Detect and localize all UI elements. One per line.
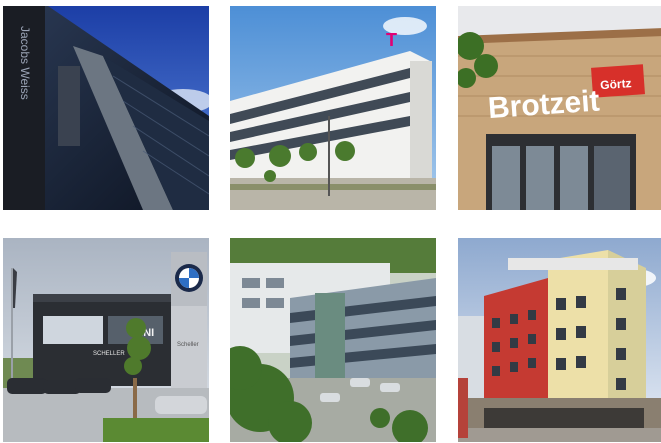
- office-building-image: T: [230, 6, 436, 210]
- store-sign-goertz: Görtz: [600, 76, 632, 92]
- building-sign-text: Jacobs Weiss: [18, 26, 32, 100]
- gallery-photo-car-dealership[interactable]: MINI SCHELLER Scheller: [3, 238, 209, 442]
- dark-facade-image: Jacobs Weiss: [3, 6, 209, 210]
- brotzeit-store-image: Brotzeit Görtz: [458, 6, 661, 210]
- office-complex-image: [230, 238, 436, 442]
- gallery-photo-dark-facade[interactable]: Jacobs Weiss: [3, 6, 209, 210]
- gallery-photo-brotzeit-store[interactable]: Brotzeit Görtz: [458, 6, 661, 210]
- gallery-photo-colorful-building[interactable]: [458, 238, 661, 442]
- dealer-sign-scheller: SCHELLER: [93, 351, 125, 357]
- dealer-sign-scheller-small: Scheller: [177, 342, 199, 348]
- colorful-building-image: [458, 238, 661, 442]
- gallery-photo-office-building[interactable]: T: [230, 6, 436, 210]
- telekom-logo: T: [386, 30, 397, 50]
- gallery-photo-office-complex[interactable]: [230, 238, 436, 442]
- car-dealership-image: MINI SCHELLER Scheller: [3, 238, 209, 442]
